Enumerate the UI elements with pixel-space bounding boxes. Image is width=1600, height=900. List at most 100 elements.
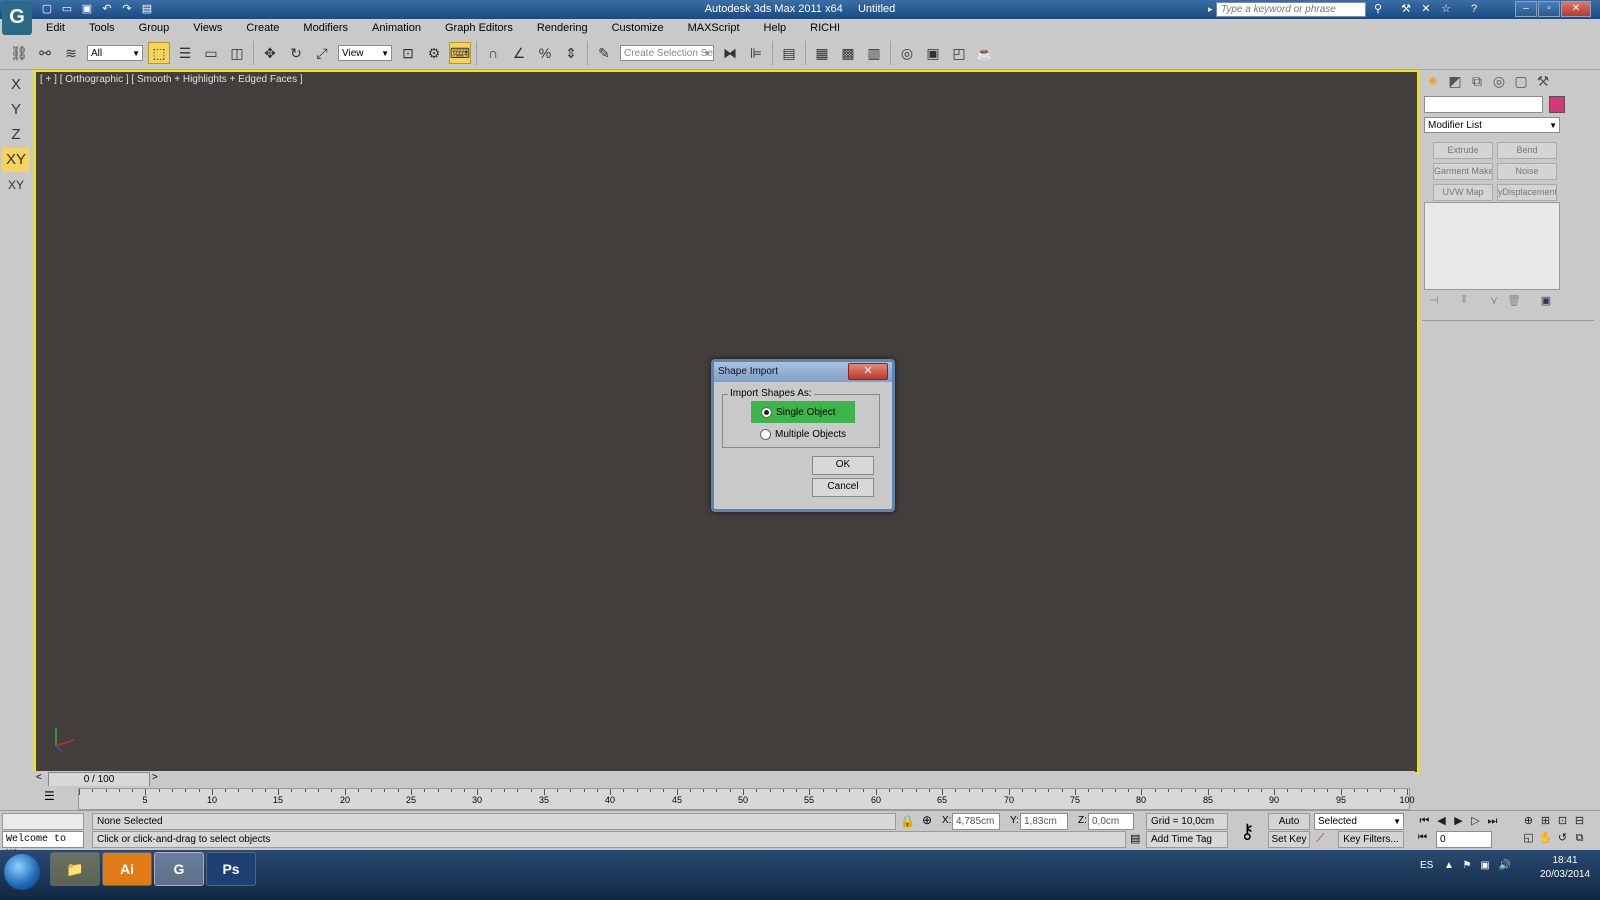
help-icon[interactable]: ? bbox=[1466, 3, 1482, 15]
time-prev-icon[interactable]: < bbox=[36, 772, 42, 783]
menu-tools[interactable]: Tools bbox=[77, 19, 127, 37]
taskbar-photoshop[interactable]: Ps bbox=[206, 852, 256, 886]
default-tangent-icon[interactable]: ⟋ bbox=[1316, 831, 1324, 846]
orbit-icon[interactable]: ↺ bbox=[1554, 830, 1571, 847]
window-crossing-icon[interactable]: ◫ bbox=[226, 42, 248, 64]
field-of-view-icon[interactable]: ◱ bbox=[1520, 830, 1537, 847]
absolute-mode-icon[interactable]: ⊕ bbox=[922, 813, 932, 827]
modify-tab-icon[interactable]: ◩ bbox=[1444, 70, 1466, 92]
rendered-frame-window-icon[interactable]: ▣ bbox=[922, 42, 944, 64]
add-time-tag-button[interactable]: Add Time Tag bbox=[1146, 831, 1228, 848]
edit-named-selection-icon[interactable]: ✎ bbox=[593, 42, 615, 64]
align-icon[interactable]: ⊫ bbox=[745, 42, 767, 64]
pan-icon[interactable]: ✋ bbox=[1537, 830, 1554, 847]
menu-maxscript[interactable]: MAXScript bbox=[676, 19, 752, 37]
layer-manager-icon[interactable]: ▤ bbox=[778, 42, 800, 64]
create-tab-icon[interactable]: ✷ bbox=[1422, 70, 1444, 92]
render-setup-icon[interactable]: ◎ bbox=[896, 42, 918, 64]
noise-button[interactable]: Noise bbox=[1497, 163, 1557, 180]
select-and-move-icon[interactable]: ✥ bbox=[259, 42, 281, 64]
menu-group[interactable]: Group bbox=[127, 19, 182, 37]
search-input[interactable]: Type a keyword or phrase bbox=[1216, 2, 1366, 17]
bend-button[interactable]: Bend bbox=[1497, 142, 1557, 159]
go-to-end-icon[interactable]: ⏭ bbox=[1484, 813, 1501, 830]
minimize-button[interactable]: – bbox=[1515, 1, 1537, 17]
taskbar-illustrator[interactable]: Ai bbox=[102, 852, 152, 886]
zoom-extents-icon[interactable]: ⊡ bbox=[1554, 813, 1571, 830]
pin-stack-icon[interactable]: ⊣ bbox=[1424, 294, 1444, 307]
reference-coordinate-dropdown[interactable]: View ▼ bbox=[338, 45, 392, 61]
show-end-result-icon[interactable]: ‖ bbox=[1454, 294, 1474, 306]
snaps-toggle-icon[interactable]: ∩ bbox=[482, 42, 504, 64]
extrude-button[interactable]: Extrude bbox=[1433, 142, 1493, 159]
select-object-icon[interactable]: ⬚ bbox=[148, 42, 170, 64]
time-slider-thumb[interactable]: 0 / 100 bbox=[48, 772, 150, 787]
modifier-list-dropdown[interactable]: Modifier List ▼ bbox=[1424, 117, 1560, 133]
zoom-all-icon[interactable]: ⊞ bbox=[1537, 813, 1554, 830]
volume-icon[interactable]: 🔊 bbox=[1498, 860, 1512, 871]
garment-maker-button[interactable]: Garment Maker bbox=[1433, 163, 1493, 180]
remove-modifier-icon[interactable]: 🗑 bbox=[1504, 294, 1524, 307]
axis-xy-button[interactable]: XY bbox=[2, 148, 30, 172]
next-frame-icon[interactable]: ▷ bbox=[1467, 813, 1484, 830]
play-icon[interactable]: ▶ bbox=[1450, 813, 1467, 830]
clock-date[interactable]: 20/03/2014 bbox=[1535, 869, 1595, 880]
app-menu-button[interactable]: G bbox=[2, 1, 32, 35]
show-hidden-icons-icon[interactable]: ▲ bbox=[1442, 860, 1456, 871]
language-indicator[interactable]: ES bbox=[1420, 860, 1433, 871]
menu-views[interactable]: Views bbox=[181, 19, 234, 37]
binoculars-icon[interactable]: ⚲ bbox=[1370, 2, 1386, 15]
configure-modifier-sets-icon[interactable]: ▣ bbox=[1536, 294, 1556, 307]
axis-xy-cycle-button[interactable]: XY bbox=[2, 173, 30, 197]
material-editor-icon[interactable]: ▥ bbox=[863, 42, 885, 64]
select-and-rotate-icon[interactable]: ↻ bbox=[285, 42, 307, 64]
mirror-icon[interactable]: ⧓ bbox=[719, 42, 741, 64]
menu-edit[interactable]: Edit bbox=[34, 19, 77, 37]
render-production-icon[interactable]: ◰ bbox=[948, 42, 970, 64]
object-name-field[interactable] bbox=[1424, 96, 1543, 113]
zoom-icon[interactable]: ⊕ bbox=[1520, 813, 1537, 830]
maxscript-mini-listener-top[interactable] bbox=[2, 813, 84, 830]
mini-curve-editor-icon[interactable]: ☰ bbox=[44, 789, 55, 803]
y-coordinate-field[interactable]: 1,83cm bbox=[1020, 813, 1068, 830]
time-tag-icon[interactable]: ▤ bbox=[1130, 832, 1140, 845]
network-icon[interactable]: ▣ bbox=[1478, 860, 1492, 871]
track-bar-ruler[interactable]: 5 10 15 20 25 30 35 40 45 50 55 60 65 70 75 80 85 90 95 100 bbox=[78, 788, 1415, 810]
close-button[interactable]: ✕ bbox=[1561, 1, 1591, 17]
render-teapot-icon[interactable]: ☕ bbox=[974, 42, 996, 64]
display-tab-icon[interactable]: ▢ bbox=[1510, 70, 1532, 92]
search-expand-icon[interactable]: ▸ bbox=[1208, 4, 1213, 15]
x-coordinate-field[interactable]: 4,785cm bbox=[952, 813, 1000, 830]
single-object-option[interactable]: Single Object bbox=[751, 401, 856, 423]
displacement-button[interactable]: yDisplacement bbox=[1497, 184, 1557, 201]
menu-help[interactable]: Help bbox=[752, 19, 799, 37]
time-slider[interactable]: < 0 / 100 > bbox=[34, 771, 1415, 787]
auto-key-button[interactable]: Auto Key bbox=[1268, 813, 1310, 842]
keyboard-shortcut-override-icon[interactable]: ⌨ bbox=[449, 42, 471, 64]
menu-modifiers[interactable]: Modifiers bbox=[291, 19, 360, 37]
motion-tab-icon[interactable]: ◎ bbox=[1488, 70, 1510, 92]
maximize-viewport-icon[interactable]: ⧉ bbox=[1571, 830, 1588, 847]
percent-snap-icon[interactable]: % bbox=[534, 42, 556, 64]
menu-graph-editors[interactable]: Graph Editors bbox=[433, 19, 525, 37]
schematic-view-icon[interactable]: ▩ bbox=[837, 42, 859, 64]
axis-x-button[interactable]: X bbox=[2, 73, 30, 97]
maximize-button[interactable]: ▫ bbox=[1538, 1, 1560, 17]
subscription-icon[interactable]: ⚒ bbox=[1398, 2, 1414, 15]
dialog-close-button[interactable]: ✕ bbox=[848, 363, 888, 380]
modifier-stack[interactable] bbox=[1424, 202, 1560, 290]
previous-frame-icon[interactable]: ◀ bbox=[1433, 813, 1450, 830]
menu-create[interactable]: Create bbox=[234, 19, 291, 37]
axis-z-button[interactable]: Z bbox=[2, 123, 30, 147]
pivot-center-icon[interactable]: ⊡ bbox=[397, 42, 419, 64]
go-to-start-icon[interactable]: ⏮ bbox=[1416, 813, 1433, 830]
menu-rendering[interactable]: Rendering bbox=[525, 19, 600, 37]
curve-editor-icon[interactable]: ▦ bbox=[811, 42, 833, 64]
taskbar-explorer[interactable]: 📁 bbox=[50, 852, 100, 886]
viewport-label[interactable]: [ + ] [ Orthographic ] [ Smooth + Highli… bbox=[40, 74, 303, 85]
menu-richi[interactable]: RICHI bbox=[798, 19, 852, 37]
current-frame-field[interactable]: 0 bbox=[1436, 831, 1492, 848]
named-selection-dropdown[interactable]: Create Selection Se ▼ bbox=[620, 45, 714, 61]
lock-selection-icon[interactable]: 🔒 bbox=[900, 814, 915, 828]
unlink-icon[interactable]: ⚯ bbox=[34, 42, 56, 64]
